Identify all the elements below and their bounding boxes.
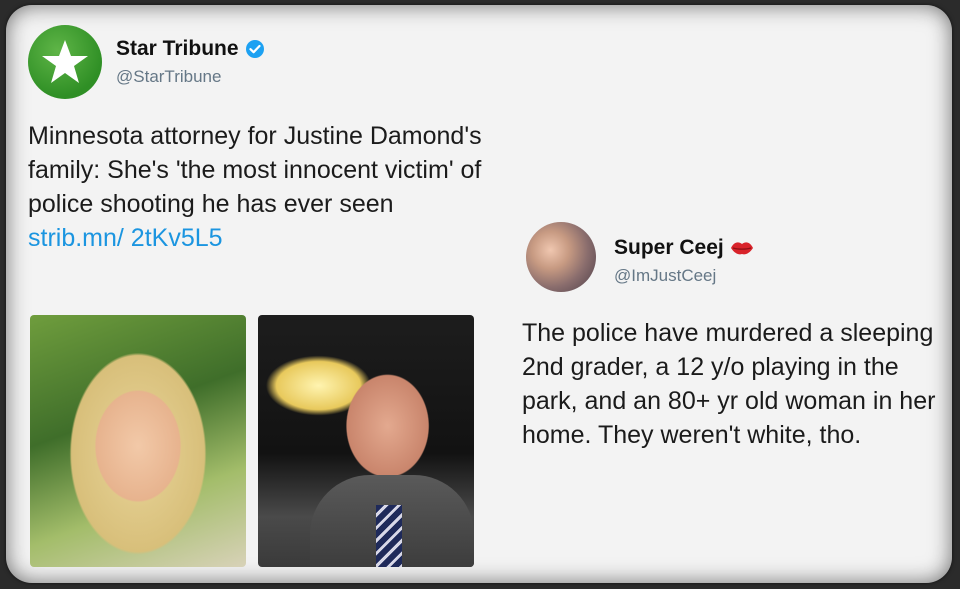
author-handle[interactable]: @StarTribune [116,67,221,87]
photo-man[interactable] [258,315,474,567]
tweet-text: Minnesota attorney for Justine Damond's … [28,119,483,255]
tweet-media [30,315,474,567]
tweet-text-body: Minnesota attorney for Justine Damond's … [28,122,482,218]
author-name[interactable]: Super Ceej [614,236,724,260]
verified-badge-icon [245,40,264,58]
tweet-link[interactable]: strib.mn/ 2tKv5L5 [28,224,223,252]
tweet-super-ceej[interactable]: Super Ceej @ImJustCeej The police have m… [522,220,952,452]
photo-woman[interactable] [30,315,246,567]
photo-tie-shape [376,505,402,567]
tweet-header: Star Tribune @StarTribune [28,23,488,103]
author-name-row: Super Ceej [614,236,754,260]
screenshot-frame: Star Tribune @StarTribune Minnesota atto… [6,5,952,583]
tweet-header: Super Ceej @ImJustCeej [522,220,952,300]
author-name-row: Star Tribune [116,37,265,61]
author-name[interactable]: Star Tribune [116,37,239,61]
tweet-text: The police have murdered a sleeping 2nd … [522,319,936,449]
tweet-star-tribune[interactable]: Star Tribune @StarTribune Minnesota atto… [28,23,488,567]
avatar[interactable] [526,222,596,292]
author-handle[interactable]: @ImJustCeej [614,266,716,286]
star-tribune-logo-icon[interactable] [28,25,102,99]
lips-emoji-icon [730,242,753,255]
